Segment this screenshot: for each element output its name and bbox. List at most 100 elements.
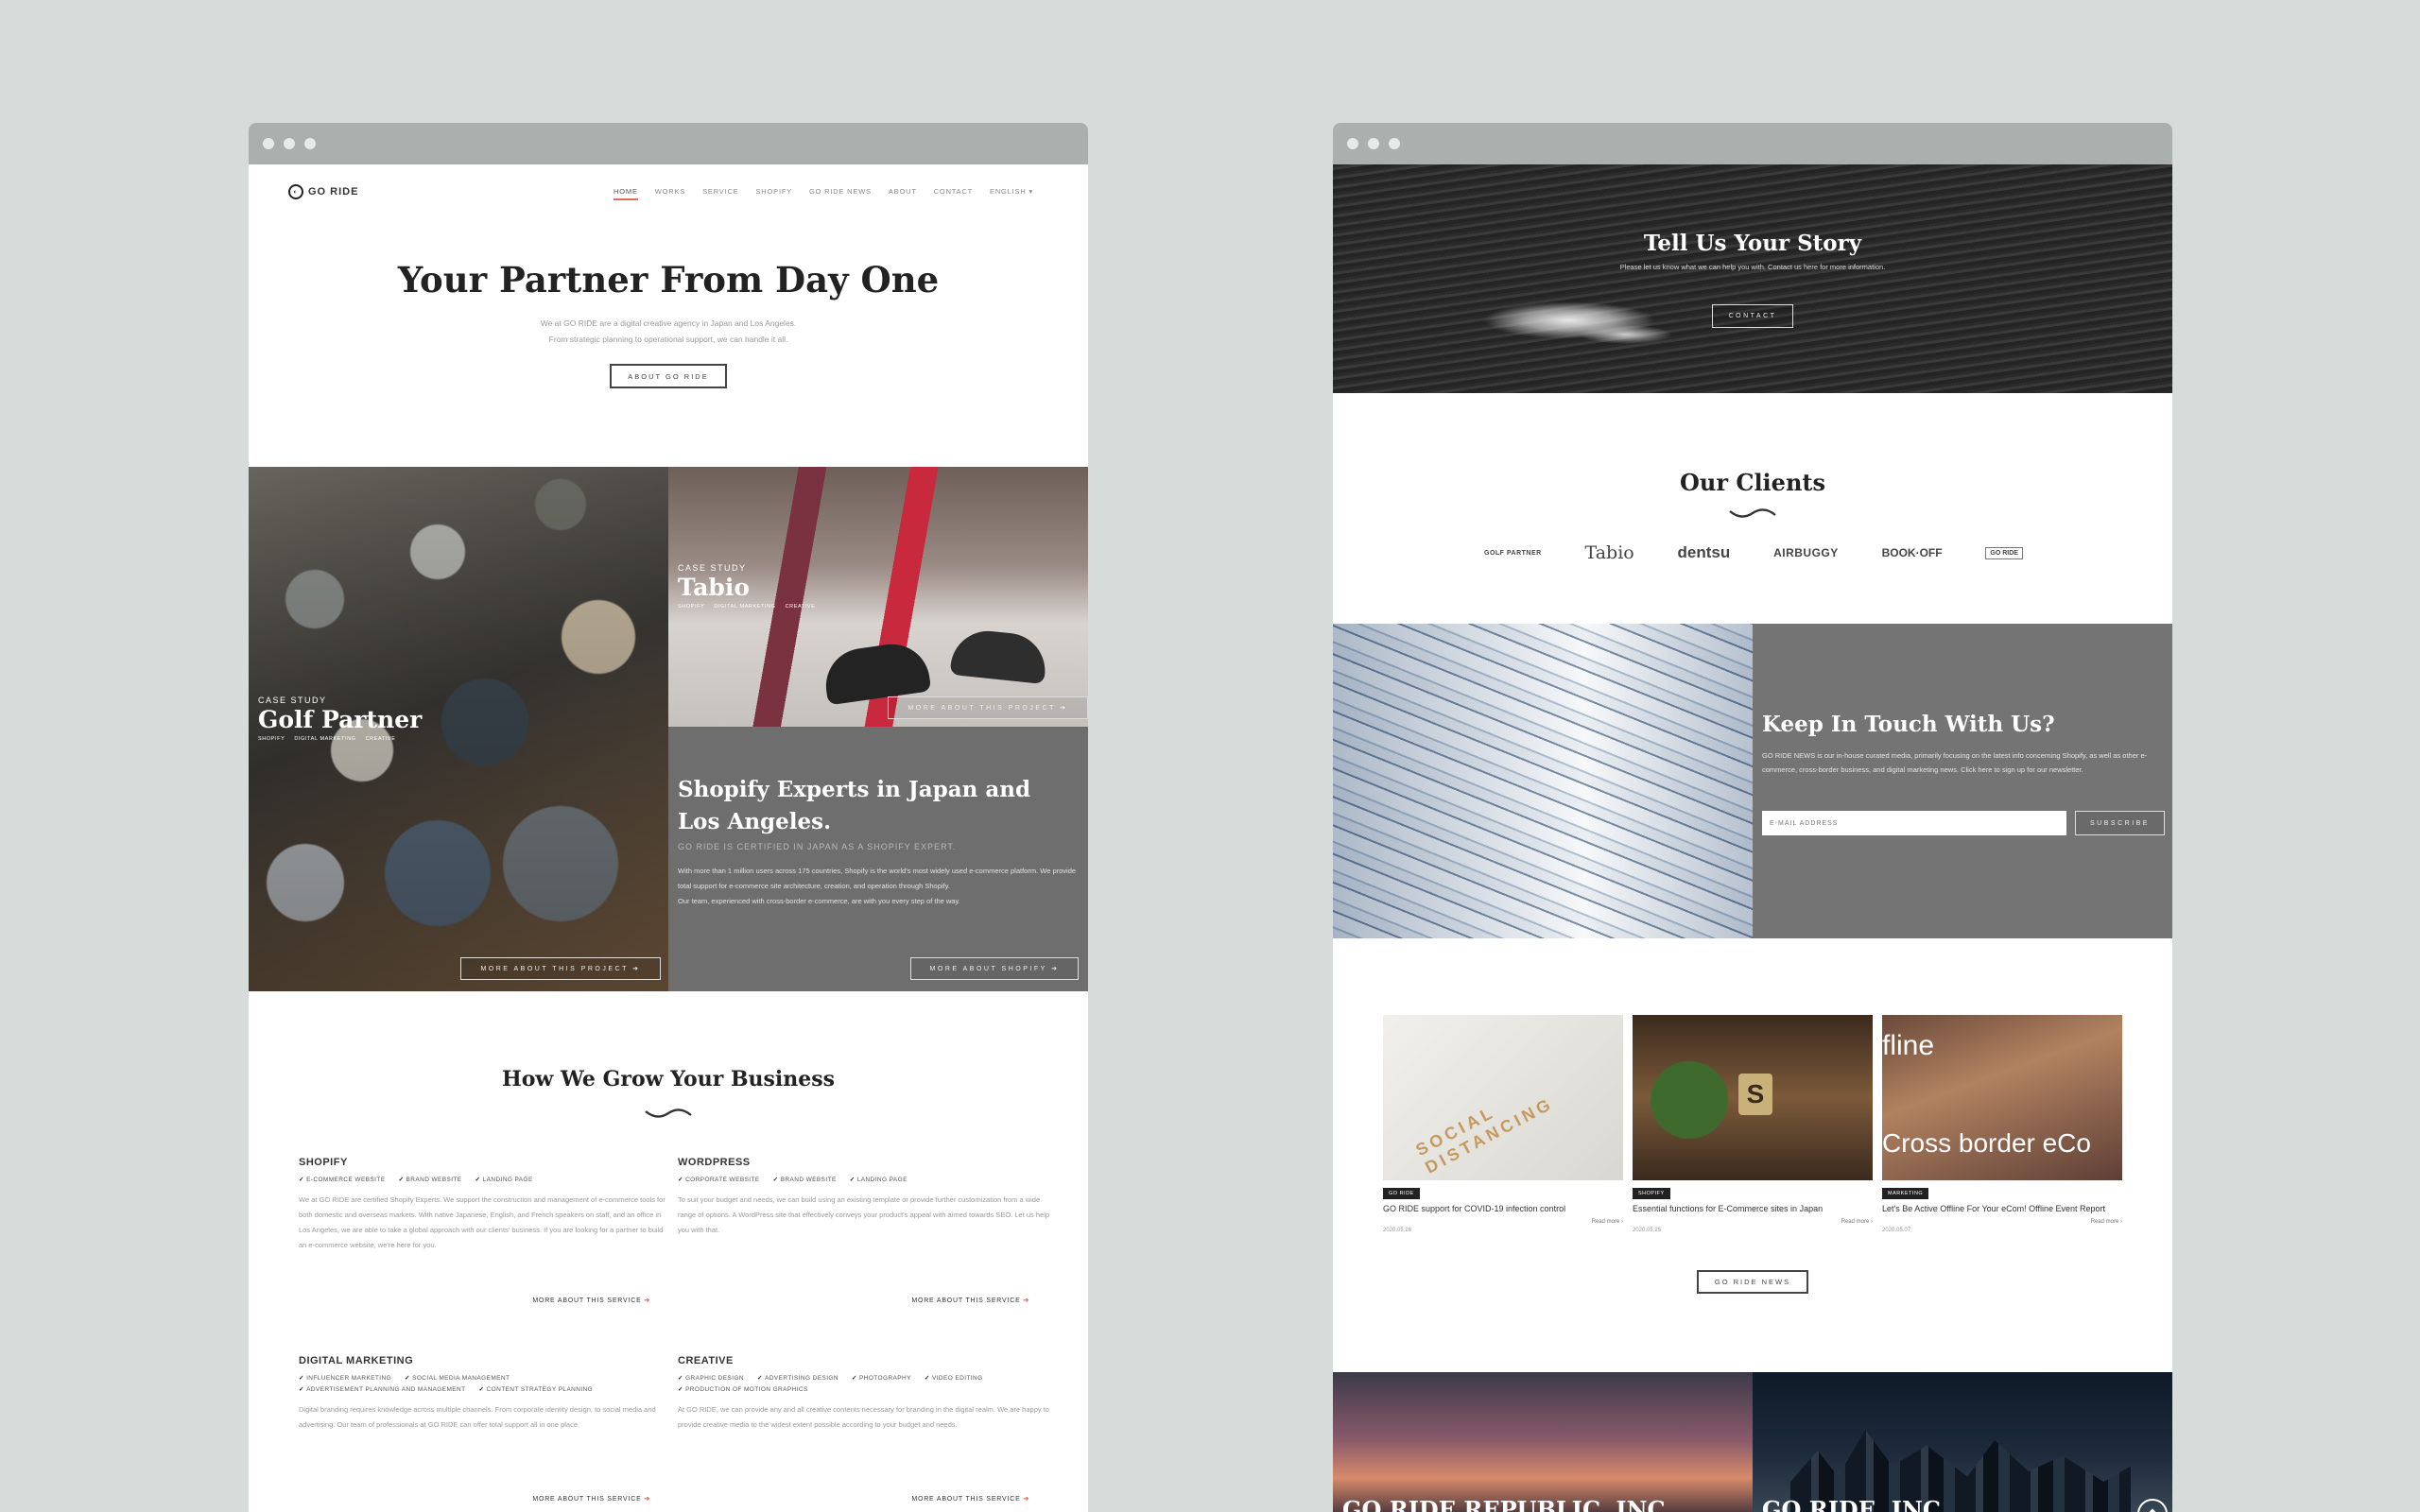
nav-home[interactable]: HOME xyxy=(614,187,638,200)
shopify-experts-panel: Shopify Experts in Japan and Los Angeles… xyxy=(668,727,1088,991)
news-date: 2020.05.26 xyxy=(1383,1228,1412,1233)
logo-mark-icon: ◐ xyxy=(288,184,303,199)
case-golf-partner[interactable]: CASE STUDY Golf Partner SHOPIFY DIGITAL … xyxy=(249,467,668,991)
office-card-japan[interactable]: GO RIDE, INC. xyxy=(1753,1372,2172,1512)
case-study-grid: CASE STUDY Golf Partner SHOPIFY DIGITAL … xyxy=(249,467,1088,991)
service-shopify: SHOPIFY E-COMMERCE WEBSITE BRAND WEBSITE… xyxy=(299,1157,673,1304)
service-description: To suit your budget and needs, we can bu… xyxy=(678,1195,1050,1234)
thumbnail-text: Cross border eCo xyxy=(1882,1128,2091,1158)
case-label: CASE STUDY Golf Partner SHOPIFY DIGITAL … xyxy=(258,696,422,742)
case-tag: CREATIVE xyxy=(785,604,816,610)
golf-more-button[interactable]: MORE ABOUT THIS PROJECT ➔ xyxy=(460,957,661,980)
office-name: GO RIDE, INC. xyxy=(1762,1496,1948,1512)
service-title: DIGITAL MARKETING xyxy=(299,1355,414,1366)
service-more-label: MORE ABOUT THIS SERVICE xyxy=(911,1297,1021,1304)
nav-works[interactable]: WORKS xyxy=(655,187,685,200)
window-dot-icon xyxy=(304,138,316,149)
service-check-item: E-COMMERCE WEBSITE xyxy=(299,1176,385,1183)
more-about-shopify-button[interactable]: MORE ABOUT SHOPIFY ➔ xyxy=(910,957,1079,980)
news-thumbnail: SOCIAL DISTANCING xyxy=(1383,1015,1623,1180)
service-check-item: PHOTOGRAPHY xyxy=(852,1374,911,1382)
thumbnail-text: SOCIAL DISTANCING xyxy=(1412,1093,1557,1177)
news-thumbnail: fline Cross border eCo xyxy=(1882,1015,2122,1180)
service-check-item: INFLUENCER MARKETING xyxy=(299,1374,391,1382)
browser-window-home: ◐ GO RIDE HOME WORKS SERVICE SHOPIFY GO … xyxy=(249,123,1088,1512)
nav-contact[interactable]: CONTACT xyxy=(934,187,973,200)
client-logo-tabio: Tabio xyxy=(1584,542,1634,563)
service-check-item: PRODUCTION OF MOTION GRAPHICS xyxy=(678,1385,808,1393)
nav-news[interactable]: GO RIDE NEWS xyxy=(809,187,872,200)
read-more-link[interactable]: Read more › xyxy=(1841,1219,1873,1225)
service-checks: E-COMMERCE WEBSITE BRAND WEBSITE LANDING… xyxy=(299,1176,667,1183)
service-check-item: LANDING PAGE xyxy=(850,1176,908,1183)
service-title: CREATIVE xyxy=(678,1355,734,1366)
language-select[interactable]: ENGLISH ▾ xyxy=(990,187,1033,200)
window-dot-icon xyxy=(263,138,274,149)
arrow-right-icon: ➔ xyxy=(1023,1496,1029,1503)
tabio-more-button[interactable]: MORE ABOUT THIS PROJECT ➔ xyxy=(888,696,1088,719)
page-viewport: ◐ GO RIDE HOME WORKS SERVICE SHOPIFY GO … xyxy=(249,164,1088,1512)
browser-titlebar xyxy=(249,123,1088,164)
section-title-clients: Our Clients xyxy=(1679,469,1825,496)
news-card[interactable]: SOCIAL DISTANCING GO RIDE GO RIDE suppor… xyxy=(1383,1015,1623,1233)
squiggle-divider-icon xyxy=(1729,508,1776,518)
newsletter-title: Keep In Touch With Us? xyxy=(1762,712,2055,737)
news-card[interactable]: fline Cross border eCo MARKETING Let's B… xyxy=(1882,1015,2122,1233)
contact-banner: Tell Us Your Story Please let us know wh… xyxy=(1333,164,2172,393)
subscribe-button[interactable]: SUBSCRIBE xyxy=(2075,811,2165,835)
case-label: CASE STUDY Tabio SHOPIFY DIGITAL MARKETI… xyxy=(678,563,815,610)
service-check-item: LANDING PAGE xyxy=(475,1176,533,1183)
read-more-link[interactable]: Read more › xyxy=(2091,1219,2122,1225)
nav-shopify[interactable]: SHOPIFY xyxy=(755,187,792,200)
read-more-link[interactable]: Read more › xyxy=(1592,1219,1623,1225)
nav-service[interactable]: SERVICE xyxy=(702,187,738,200)
shopify-body-paragraph: Our team, experienced with cross-border … xyxy=(678,897,960,905)
contact-button[interactable]: CONTACT xyxy=(1712,304,1793,328)
case-tags: SHOPIFY DIGITAL MARKETING CREATIVE xyxy=(678,604,815,610)
arrow-right-icon: ➔ xyxy=(644,1496,650,1503)
news-category-badge: MARKETING xyxy=(1882,1188,1929,1199)
service-checks: GRAPHIC DESIGN ADVERTISING DESIGN PHOTOG… xyxy=(678,1374,1046,1393)
site-logo[interactable]: ◐ GO RIDE xyxy=(288,184,358,199)
news-meta: 2020.05.07 Read more › xyxy=(1882,1219,2122,1233)
service-more-label: MORE ABOUT THIS SERVICE xyxy=(532,1297,642,1304)
news-title: Let's Be Active Offline For Your eCom! O… xyxy=(1882,1204,2106,1213)
news-card[interactable]: SHOPIFY Essential functions for E-Commer… xyxy=(1633,1015,1873,1233)
client-logos: GOLF PARTNER Tabio dentsu AIRBUGGY BOOK·… xyxy=(1484,542,2023,563)
case-kicker: CASE STUDY xyxy=(678,563,747,573)
client-logo-bookoff: BOOK·OFF xyxy=(1881,546,1943,559)
case-tag: CREATIVE xyxy=(365,736,396,742)
email-field[interactable] xyxy=(1762,811,2066,835)
service-check-item: CONTENT STRATEGY PLANNING xyxy=(478,1385,593,1393)
squiggle-divider-icon xyxy=(645,1108,692,1118)
service-check-item: SOCIAL MEDIA MANAGEMENT xyxy=(405,1374,510,1382)
case-tabio[interactable]: CASE STUDY Tabio SHOPIFY DIGITAL MARKETI… xyxy=(668,467,1088,727)
news-date: 2020.05.07 xyxy=(1882,1228,1911,1233)
about-go-ride-button[interactable]: ABOUT GO RIDE xyxy=(610,364,727,388)
service-check-item: BRAND WEBSITE xyxy=(398,1176,462,1183)
shopify-body-paragraph: With more than 1 million users across 17… xyxy=(678,867,1077,890)
go-ride-news-button[interactable]: GO RIDE NEWS xyxy=(1697,1270,1808,1294)
case-tags: SHOPIFY DIGITAL MARKETING CREATIVE xyxy=(258,736,422,742)
contact-banner-title: Tell Us Your Story xyxy=(1643,231,1862,256)
service-more-link[interactable]: MORE ABOUT THIS SERVICE ➔ xyxy=(911,1495,1029,1503)
case-tag: SHOPIFY xyxy=(258,736,285,742)
case-tag: DIGITAL MARKETING xyxy=(714,604,776,610)
window-dot-icon xyxy=(1347,138,1358,149)
hero-title: Your Partner From Day One xyxy=(397,259,940,301)
hero-subtitle-line: We at GO RIDE are a digital creative age… xyxy=(540,318,797,328)
nav-about[interactable]: ABOUT xyxy=(889,187,917,200)
service-check-item: GRAPHIC DESIGN xyxy=(678,1374,744,1382)
service-title: SHOPIFY xyxy=(299,1157,348,1168)
case-name: Golf Partner xyxy=(258,706,423,733)
service-more-link[interactable]: MORE ABOUT THIS SERVICE ➔ xyxy=(911,1297,1029,1304)
office-card-los-angeles[interactable]: GO RIDE REPUBLIC, INC. xyxy=(1333,1372,1753,1512)
news-meta: 2020.05.25 Read more › xyxy=(1633,1219,1873,1233)
service-check-item: ADVERTISEMENT PLANNING AND MANAGEMENT xyxy=(299,1385,465,1393)
service-more-link[interactable]: MORE ABOUT THIS SERVICE ➔ xyxy=(532,1297,650,1304)
news-title: Essential functions for E-Commerce sites… xyxy=(1633,1204,1824,1213)
service-check-item: CORPORATE WEBSITE xyxy=(678,1176,760,1183)
service-more-link[interactable]: MORE ABOUT THIS SERVICE ➔ xyxy=(532,1495,650,1503)
main-nav: HOME WORKS SERVICE SHOPIFY GO RIDE NEWS … xyxy=(614,187,1033,200)
client-logo-go-ride: GO RIDE xyxy=(1985,546,2023,559)
